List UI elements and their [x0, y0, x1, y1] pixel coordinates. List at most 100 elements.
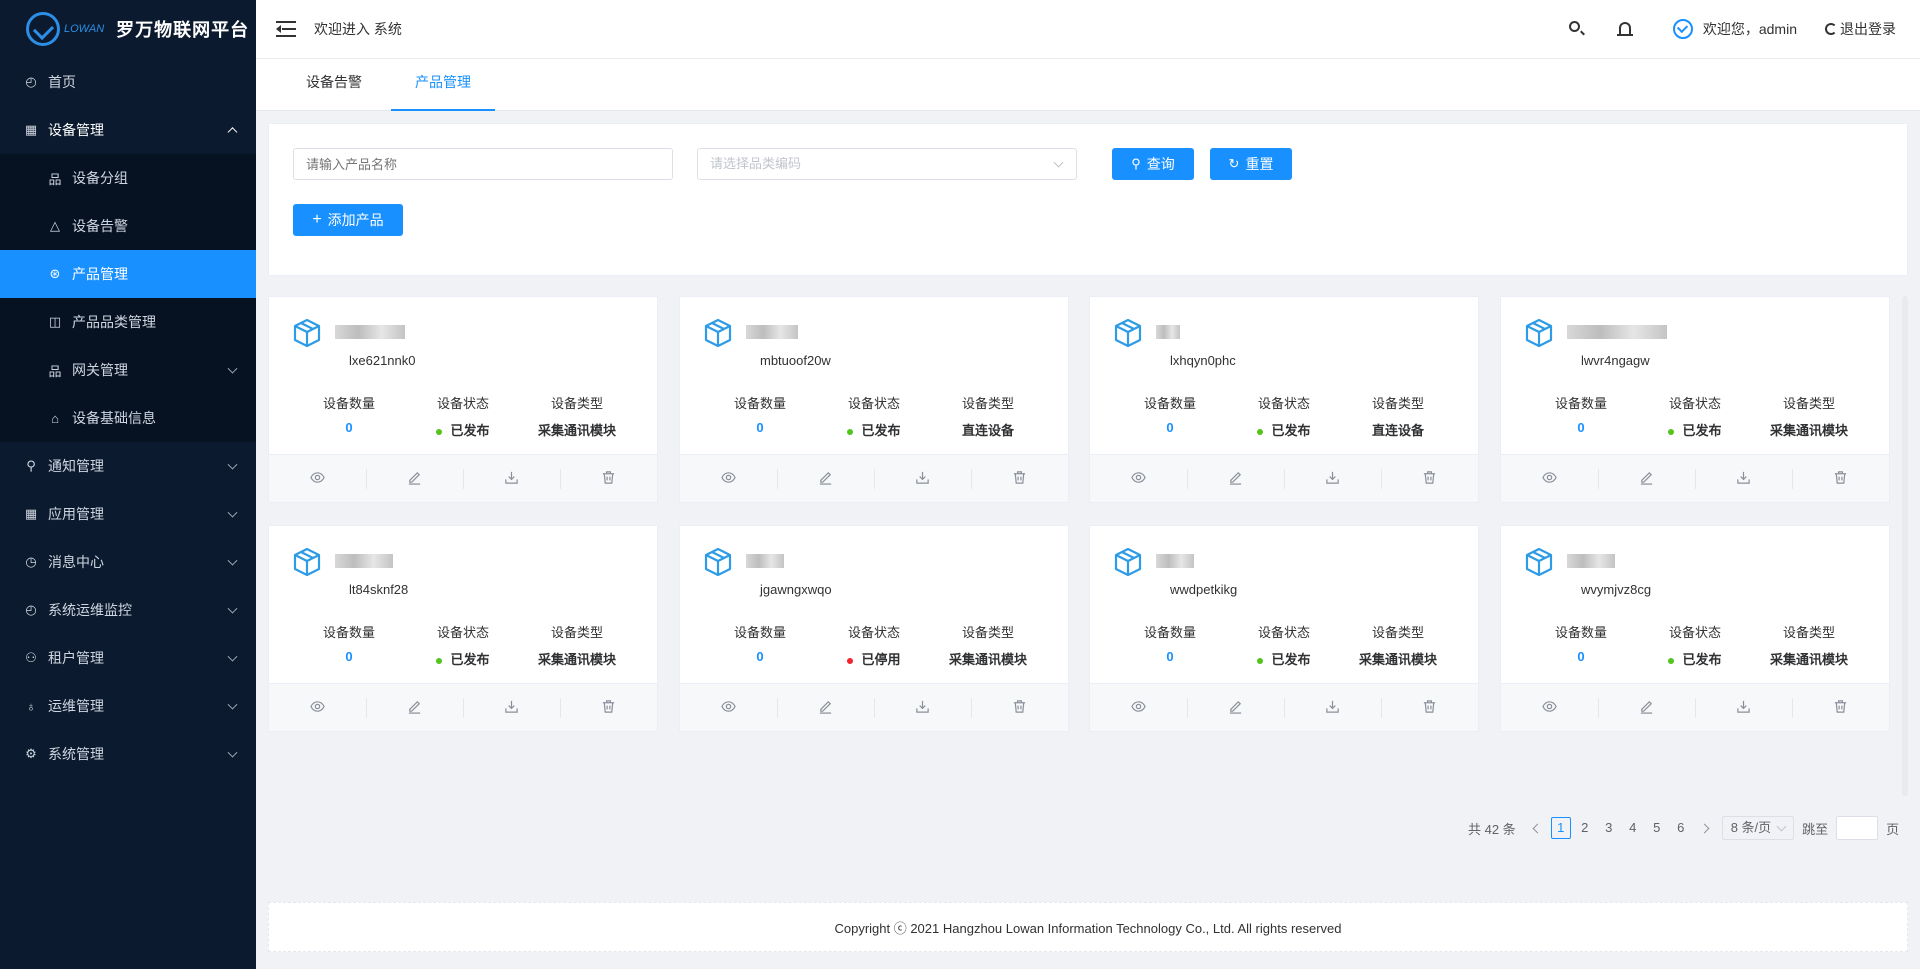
sidebar-item-product-category[interactable]: ◫ 产品品类管理: [0, 298, 256, 346]
menu-toggle-icon[interactable]: [276, 21, 296, 37]
view-button[interactable]: [680, 684, 777, 731]
scrollbar[interactable]: [1902, 296, 1908, 796]
sidebar-item-message-center[interactable]: ◷ 消息中心: [0, 538, 256, 586]
delete-button[interactable]: [560, 455, 657, 502]
product-card[interactable]: lxhqyn0phc 设备数量 0 设备状态 已发布 设备类型 直连设备: [1089, 296, 1479, 503]
sidebar-item-operations[interactable]: ♁ 运维管理: [0, 682, 256, 730]
search-panel: 请选择品类编码 ⚲ 查询 ↻ 重置 + 添加产品: [268, 123, 1908, 276]
query-button[interactable]: ⚲ 查询: [1112, 148, 1194, 180]
page-number[interactable]: 4: [1623, 817, 1643, 839]
prev-page-icon[interactable]: [1532, 823, 1543, 833]
view-button[interactable]: [680, 455, 777, 502]
product-card[interactable]: wvymjvz8cg 设备数量 0 设备状态 已发布 设备类型 采集通讯模块: [1500, 525, 1890, 732]
download-button[interactable]: [463, 455, 560, 502]
user-greeting[interactable]: 欢迎您，admin: [1703, 19, 1797, 39]
add-product-button[interactable]: + 添加产品: [293, 204, 403, 236]
sidebar-item-product-management[interactable]: ⊛ 产品管理: [0, 250, 256, 298]
edit-icon: [818, 470, 833, 488]
welcome-text: 欢迎进入 系统: [314, 21, 402, 37]
device-status-label: 设备状态: [1257, 396, 1310, 411]
sidebar-item-device-alarm[interactable]: △ 设备告警: [0, 202, 256, 250]
delete-button[interactable]: [971, 455, 1068, 502]
sidebar-item-notification[interactable]: ⚲ 通知管理: [0, 442, 256, 490]
tenant-icon: ⚇: [25, 650, 37, 665]
device-type-label: 设备类型: [961, 625, 1014, 640]
jump-page-input[interactable]: [1836, 816, 1879, 840]
sidebar-item-home[interactable]: ◴ 首页: [0, 58, 256, 106]
edit-button[interactable]: [366, 455, 463, 502]
edit-button[interactable]: [366, 684, 463, 731]
sidebar-item-apps[interactable]: ▦ 应用管理: [0, 490, 256, 538]
edit-button[interactable]: [777, 684, 874, 731]
product-card[interactable]: wwdpetkikg 设备数量 0 设备状态 已发布 设备类型 采集通讯模块: [1089, 525, 1479, 732]
sidebar-item-device-group[interactable]: 品 设备分组: [0, 154, 256, 202]
download-button[interactable]: [1695, 455, 1792, 502]
device-type-value: 采集通讯模块: [1769, 423, 1848, 438]
device-status-text: 已发布: [1682, 423, 1722, 438]
category-select[interactable]: 请选择品类编码: [697, 148, 1077, 180]
product-card[interactable]: lt84sknf28 设备数量 0 设备状态 已发布 设备类型 采集通讯模块: [268, 525, 658, 732]
device-type-value: 直连设备: [961, 423, 1014, 438]
device-count-value: 0: [345, 420, 353, 435]
product-name-redacted: [746, 325, 798, 339]
download-button[interactable]: [1695, 684, 1792, 731]
sidebar-item-device-management[interactable]: ▦ 设备管理: [0, 106, 256, 154]
device-count-stat: 设备数量 0: [705, 393, 815, 435]
reset-button[interactable]: ↻ 重置: [1210, 148, 1292, 180]
product-card[interactable]: lwvr4ngagw 设备数量 0 设备状态 已发布 设备类型 采集通讯模块: [1500, 296, 1890, 503]
page-number[interactable]: 2: [1575, 817, 1595, 839]
download-button[interactable]: [874, 455, 971, 502]
edit-button[interactable]: [1598, 684, 1695, 731]
delete-button[interactable]: [1381, 684, 1478, 731]
logout-button[interactable]: 退出登录: [1825, 19, 1896, 39]
bell-icon[interactable]: [1616, 21, 1633, 37]
view-button[interactable]: [1501, 455, 1598, 502]
sidebar-item-ops-monitor[interactable]: ◴ 系统运维监控: [0, 586, 256, 634]
view-button[interactable]: [1501, 684, 1598, 731]
download-button[interactable]: [1284, 455, 1381, 502]
product-card[interactable]: jgawngxwqo 设备数量 0 设备状态 已停用 设备类型 采集通讯模块: [679, 525, 1069, 732]
product-card[interactable]: mbtuoof20w 设备数量 0 设备状态 已发布 设备类型 直连设备: [679, 296, 1069, 503]
device-status-text: 已发布: [450, 423, 490, 438]
edit-button[interactable]: [777, 455, 874, 502]
eye-icon: [1542, 699, 1557, 717]
device-count-stat: 设备数量 0: [294, 622, 404, 664]
view-button[interactable]: [1090, 684, 1187, 731]
sidebar-item-gateway-management[interactable]: 品 网关管理: [0, 346, 256, 394]
device-type-stat: 设备类型 采集通讯模块: [1343, 622, 1453, 668]
product-card[interactable]: lxe621nnk0 设备数量 0 设备状态 已发布 设备类型 采集通讯模块: [268, 296, 658, 503]
edit-button[interactable]: [1187, 684, 1284, 731]
device-type-label: 设备类型: [1782, 396, 1835, 411]
delete-button[interactable]: [971, 684, 1068, 731]
view-button[interactable]: [269, 684, 366, 731]
download-button[interactable]: [1284, 684, 1381, 731]
avatar[interactable]: [1672, 19, 1693, 39]
product-name-input[interactable]: [293, 148, 673, 180]
delete-button[interactable]: [560, 684, 657, 731]
next-page-icon[interactable]: [1699, 823, 1710, 833]
search-icon[interactable]: [1568, 21, 1585, 37]
delete-button[interactable]: [1381, 455, 1478, 502]
sidebar-item-tenant[interactable]: ⚇ 租户管理: [0, 634, 256, 682]
sidebar-item-system[interactable]: ⚙ 系统管理: [0, 730, 256, 778]
delete-button[interactable]: [1792, 455, 1889, 502]
page-number[interactable]: 1: [1550, 817, 1571, 839]
page-number[interactable]: 5: [1647, 817, 1667, 839]
device-count-value: 0: [1166, 649, 1174, 664]
tab-product-management[interactable]: 产品管理: [391, 59, 495, 111]
cube-icon: [291, 546, 323, 578]
device-type-label: 设备类型: [1371, 625, 1424, 640]
download-button[interactable]: [874, 684, 971, 731]
edit-button[interactable]: [1598, 455, 1695, 502]
view-button[interactable]: [1090, 455, 1187, 502]
download-button[interactable]: [463, 684, 560, 731]
tab-device-alarm[interactable]: 设备告警: [282, 59, 386, 111]
edit-button[interactable]: [1187, 455, 1284, 502]
view-button[interactable]: [269, 455, 366, 502]
page-number[interactable]: 6: [1671, 817, 1691, 839]
sidebar-item-device-info[interactable]: ⌂ 设备基础信息: [0, 394, 256, 442]
page-number[interactable]: 3: [1599, 817, 1619, 839]
page-size-select[interactable]: 8 条/页: [1721, 816, 1795, 840]
device-count-label: 设备数量: [1143, 396, 1196, 411]
delete-button[interactable]: [1792, 684, 1889, 731]
